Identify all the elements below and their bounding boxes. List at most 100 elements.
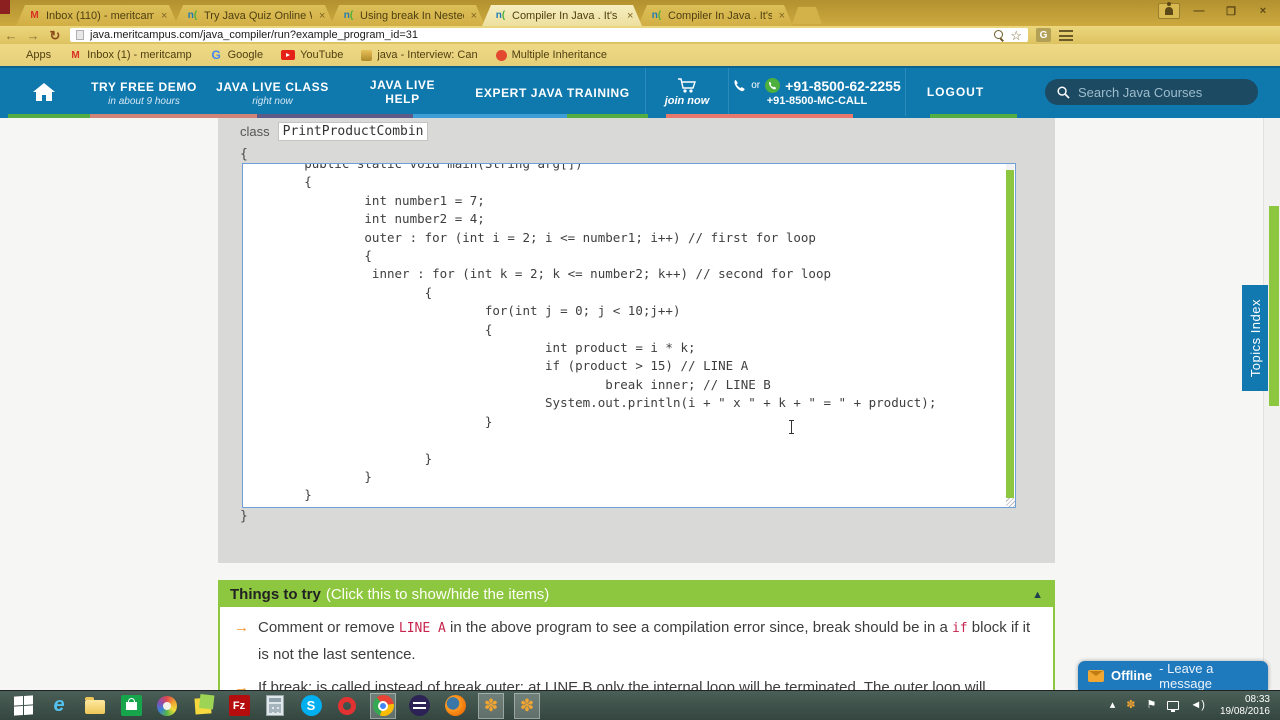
close-window-button[interactable]: ×	[1250, 3, 1276, 19]
theme-corner-accent	[0, 0, 10, 14]
topics-index-tab[interactable]: Topics Index	[1242, 285, 1268, 391]
taskbar-internet-explorer[interactable]: e	[46, 693, 72, 719]
bookmark-inbox[interactable]: M Inbox (1) - meritcamp	[69, 49, 191, 62]
taskbar-paint[interactable]	[154, 693, 180, 719]
chat-message: - Leave a message	[1159, 660, 1214, 691]
network-icon[interactable]	[1167, 701, 1180, 712]
logout-button[interactable]: LOGOUT	[905, 68, 1005, 116]
home-icon	[33, 83, 55, 101]
new-tab-button[interactable]	[792, 7, 822, 24]
search-input[interactable]	[1078, 84, 1238, 100]
course-search-box[interactable]	[1045, 79, 1258, 105]
taskbar-clock[interactable]: 08:33 19/08/2016	[1220, 694, 1270, 718]
windows-taskbar: e Fz S ✽ ✽ ▴ ✽ ⚑ ◄) 08:33 19/08/2016	[0, 690, 1280, 720]
resize-grip-icon[interactable]	[1006, 498, 1015, 507]
tab-close-icon[interactable]: ×	[319, 10, 325, 22]
action-center-flag-icon[interactable]: ⚑	[1147, 700, 1157, 711]
bookmark-google[interactable]: G Google	[210, 48, 263, 62]
phone-number: +91-8500-62-2255	[785, 77, 901, 94]
extension-badge[interactable]: G	[1036, 28, 1051, 42]
tab-gmail[interactable]: M Inbox (110) - meritcampu ×	[16, 5, 178, 26]
site-icon	[495, 49, 507, 61]
bookmark-apps[interactable]: Apps	[8, 49, 51, 62]
back-icon[interactable]: ←	[0, 29, 22, 42]
page-scrollbar-thumb[interactable]	[1269, 206, 1279, 406]
nav-item-try-free-demo[interactable]: TRY FREE DEMO in about 9 hours	[88, 78, 200, 107]
screen: M Inbox (110) - meritcampu × n( Try Java…	[0, 0, 1280, 720]
cart-icon	[678, 77, 696, 93]
url-bar[interactable]: ☆	[70, 28, 1028, 42]
show-hidden-icons[interactable]: ▴	[1110, 700, 1116, 711]
bookmark-java-interview[interactable]: java - Interview: Can	[361, 49, 478, 61]
home-button[interactable]	[0, 68, 88, 116]
taskbar-opera[interactable]	[334, 693, 360, 719]
taskbar-chrome-active[interactable]	[370, 692, 396, 719]
envelope-icon	[1088, 669, 1104, 682]
chat-offline-button[interactable]: Offline - Leave a message	[1078, 660, 1268, 691]
zoom-search-icon[interactable]	[994, 30, 1004, 40]
class-keyword: class	[240, 124, 270, 139]
taskbar-filezilla[interactable]: Fz	[226, 693, 252, 719]
tab-java-quiz[interactable]: n( Try Java Quiz Online With ×	[174, 5, 334, 26]
bookmark-star-icon[interactable]: ☆	[1010, 29, 1022, 42]
browser-toolbar: ← → ↻ ☆ G	[0, 26, 1280, 44]
nav-item-java-live-help[interactable]: JAVA LIVE HELP	[345, 78, 460, 106]
volume-icon[interactable]: ◄)	[1190, 700, 1205, 711]
taskbar-calculator[interactable]	[262, 693, 288, 719]
restore-button[interactable]: ❐	[1218, 3, 1244, 19]
tab-using-break[interactable]: n( Using break In Nested Lo ×	[330, 5, 485, 26]
things-to-try-header[interactable]: Things to try (Click this to show/hide t…	[220, 582, 1053, 607]
list-item: → Comment or remove LINE A in the above …	[234, 615, 1039, 668]
start-button[interactable]	[10, 693, 36, 719]
picasa-tray-icon[interactable]: ✽	[1126, 700, 1135, 711]
code-editor[interactable]: public static void main(String arg[]) { …	[242, 163, 1016, 508]
class-close-brace: }	[240, 509, 248, 524]
things-to-try-title: Things to try	[230, 586, 321, 603]
gmail-icon: M	[30, 10, 39, 21]
taskbar-windows-store[interactable]	[118, 693, 144, 719]
forward-icon[interactable]: →	[22, 29, 44, 42]
tab-title: Compiler In Java . It's You	[668, 9, 772, 22]
tab-close-icon[interactable]: ×	[627, 10, 633, 22]
tab-title: Compiler In Java . It's You	[512, 9, 618, 22]
tab-compiler-active[interactable]: n( Compiler In Java . It's You ×	[482, 5, 642, 26]
menu-icon[interactable]	[1059, 29, 1073, 41]
taskbar-firefox[interactable]	[442, 693, 468, 719]
bookmark-youtube[interactable]: YouTube	[281, 49, 343, 61]
tab-close-icon[interactable]: ×	[779, 10, 785, 22]
folder-icon	[85, 697, 105, 714]
taskbar-skype[interactable]: S	[298, 693, 324, 719]
filezilla-icon: Fz	[228, 695, 250, 716]
taskbar-file-explorer[interactable]	[82, 693, 108, 719]
page-content: class { public static void main(String a…	[0, 118, 1280, 720]
class-name-input[interactable]	[277, 122, 428, 141]
editor-scrollbar-thumb[interactable]	[1006, 170, 1014, 498]
taskbar-picasa-2[interactable]: ✽	[514, 692, 540, 719]
meritcampus-icon: n(	[343, 10, 354, 21]
url-input[interactable]	[90, 29, 989, 41]
tab-close-icon[interactable]: ×	[161, 10, 167, 22]
bookmark-multiple-inheritance[interactable]: Multiple Inheritance	[495, 49, 607, 61]
store-icon	[120, 695, 142, 716]
taskbar-eclipse[interactable]	[406, 693, 432, 719]
tab-compiler-2[interactable]: n( Compiler In Java . It's You ×	[638, 5, 793, 26]
tab-close-icon[interactable]: ×	[471, 10, 477, 22]
meritcampus-icon: n(	[187, 10, 198, 21]
whatsapp-icon	[765, 78, 781, 93]
profile-button[interactable]	[1158, 2, 1180, 19]
chrome-icon	[372, 695, 394, 716]
taskbar-picasa-1[interactable]: ✽	[478, 692, 504, 719]
google-icon: G	[211, 48, 221, 62]
phone-contact[interactable]: or +91-8500-62-2255 +91-8500-MC-CALL	[728, 68, 905, 116]
taskbar-sticky-notes[interactable]	[190, 693, 216, 719]
nav-item-java-live-class[interactable]: JAVA LIVE CLASS right now	[200, 78, 345, 107]
youtube-icon	[281, 50, 296, 60]
collapse-arrow-icon[interactable]: ▲	[1032, 589, 1043, 601]
page-scrollbar[interactable]	[1263, 118, 1280, 690]
code-text[interactable]: public static void main(String arg[]) { …	[243, 164, 1015, 505]
reload-icon[interactable]: ↻	[44, 29, 66, 42]
minimize-button[interactable]: —	[1186, 3, 1212, 19]
nav-item-expert-java-training[interactable]: EXPERT JAVA TRAINING	[460, 84, 645, 100]
editor-scrollbar[interactable]	[1006, 164, 1014, 507]
join-now-button[interactable]: join now	[645, 68, 728, 116]
